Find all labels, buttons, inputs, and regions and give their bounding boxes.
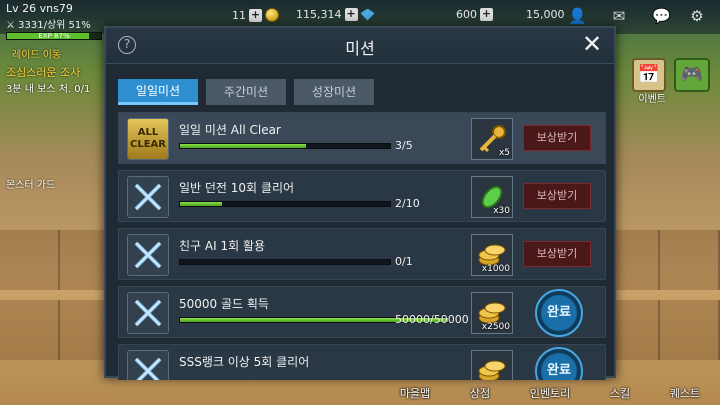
mission-count: 50000/50000 [395,313,469,326]
crossed-swords-icon [127,350,169,380]
event-label: 이벤트 [638,94,666,105]
reward-slot: x30 [471,176,513,218]
mission-tabs: 일일미션 주간미션 성장미션 [118,79,374,105]
crossed-swords-icon [127,176,169,218]
all-clear-icon: ALL CLEAR [127,118,169,160]
monster-guard-label: 몬스터 가드 [6,180,56,191]
mission-dialog: ? 미션 ✕ 일일미션 주간미션 성장미션 ALL CLEAR 일일 미션 Al… [104,26,616,380]
event-calendar-icon[interactable]: 📅 [632,58,666,92]
raid-move-tag[interactable]: 레이드 이동 [12,46,61,61]
reward-slot: x1000 [471,234,513,276]
crossed-swords-icon [127,292,169,334]
reward-slot: x2500 [471,292,513,334]
username-text: vns79 [39,2,73,15]
nav-shop[interactable]: 상점 [470,385,490,401]
progress-fill [180,144,306,148]
dialog-header: ? 미션 ✕ [106,28,614,64]
mission-row: SSS랭크 이상 5회 클리어 완료 [118,344,606,380]
reward-slot [471,350,513,380]
mission-name: 일일 미션 All Clear [179,123,281,137]
add-resource-button[interactable]: + [249,8,262,22]
mail-icon[interactable]: ✉ [610,7,628,25]
sword-icon: ⚔ [6,20,15,31]
mission-count: 3/5 [395,139,413,152]
gamepad-icon[interactable]: 🎮 [674,58,710,92]
level-text: Lv 26 [6,2,37,15]
quest-title[interactable]: 조심스러운 조사 [6,64,80,80]
tab-growth-mission[interactable]: 성장미션 [294,79,374,105]
crossed-swords-svg [134,241,162,269]
chat-icon[interactable]: 💬 [652,7,671,25]
dialog-title: 미션 [345,39,375,58]
combat-power: ⚔ 3331/상위 51% [6,16,91,31]
nav-inventory[interactable]: 인벤토리 [530,385,570,401]
nav-quest[interactable]: 퀘스트 [670,385,700,401]
reward-quantity: x1000 [481,264,510,274]
nav-skill[interactable]: 스킬 [610,385,630,401]
resource-counter-1: 11 + [232,8,279,22]
complete-button[interactable]: 완료 [535,289,583,337]
resource4-value: 15,000 [526,8,565,21]
mission-row: 50000 골드 획득 50000/50000 x2500 완료 [118,286,606,338]
tab-weekly-mission[interactable]: 주간미션 [206,79,286,105]
resource-counter-3: 600 + [456,8,493,21]
gem-icon [360,8,375,21]
friend-icon[interactable]: 👤 [568,7,587,25]
crossed-swords-svg [134,357,162,380]
resource3-value: 600 [456,8,477,21]
crossed-swords-svg [134,299,162,327]
reward-quantity: x5 [498,148,510,158]
player-level: Lv 26 vns79 [6,2,73,15]
crossed-swords-svg [134,183,162,211]
mission-count: 2/10 [395,197,420,210]
complete-button[interactable]: 완료 [535,347,583,380]
mission-count: 0/1 [395,255,413,268]
gold-coins-icon [478,360,506,380]
power-text: 3331/상위 51% [18,20,91,31]
exp-label: EXP 87% [38,32,70,40]
add-resource3-button[interactable]: + [480,8,493,21]
gold-counter: 115,314 + [296,8,375,21]
mission-row: 친구 AI 1회 활용 0/1 x1000 보상받기 [118,228,606,280]
exp-bar: EXP 87% [6,32,102,40]
mission-name: SSS랭크 이상 5회 클리어 [179,355,310,369]
claim-reward-button[interactable]: 보상받기 [523,125,591,151]
close-icon[interactable]: ✕ [578,30,606,58]
coin-icon [265,8,279,22]
tab-daily-mission[interactable]: 일일미션 [118,79,198,105]
claim-reward-button[interactable]: 보상받기 [523,183,591,209]
mission-progress-bar [179,201,391,207]
mission-row: ALL CLEAR 일일 미션 All Clear 3/5 x5 보상받기 [118,112,606,164]
gold-value: 115,314 [296,8,342,21]
crossed-swords-icon [127,234,169,276]
mission-name: 일반 던전 10회 클리어 [179,181,295,195]
mission-name: 50000 골드 획득 [179,297,269,311]
quest-description: 3분 내 보스 처. 0/1 [6,84,91,95]
progress-fill [180,202,222,206]
mission-name: 친구 AI 1회 활용 [179,239,266,253]
all-clear-text: ALL CLEAR [128,119,168,159]
reward-quantity: x2500 [481,322,510,332]
mission-row: 일반 던전 10회 클리어 2/10 x30 보상받기 [118,170,606,222]
claim-reward-button[interactable]: 보상받기 [523,241,591,267]
reward-slot: x5 [471,118,513,160]
reward-quantity: x30 [493,206,510,216]
mission-progress-bar [179,143,391,149]
nav-village-map[interactable]: 마을맵 [400,385,430,401]
mission-progress-bar [179,259,391,265]
resource1-value: 11 [232,8,246,22]
resource-counter-4: 15,000 [526,8,565,21]
add-gold-button[interactable]: + [344,8,358,21]
settings-gear-icon[interactable]: ⚙ [688,7,706,25]
